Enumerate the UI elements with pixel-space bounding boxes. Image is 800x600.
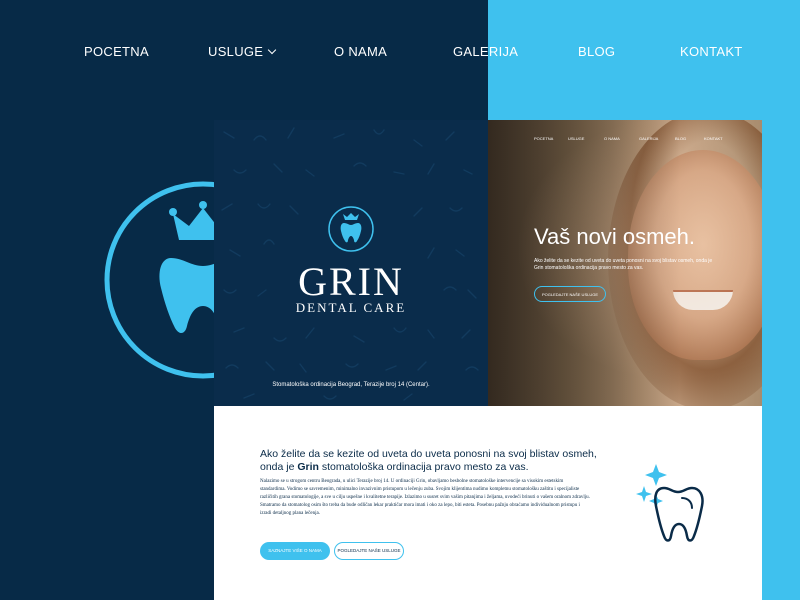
about-body: Nalazimo se u strogom centru Beograda, u… — [260, 479, 590, 516]
sparkle-tooth-icon — [636, 464, 704, 542]
nav-item-galerija[interactable]: GALERIJA — [453, 44, 518, 59]
brand-title: GRIN — [298, 259, 404, 304]
brand-address: Stomatološka ordinacija Beograd, Terazij… — [272, 382, 430, 388]
nav-item-blog[interactable]: BLOG — [578, 44, 615, 59]
about-lead: Ako želite da se kezite od uveta do uvet… — [260, 448, 620, 474]
hero-text: Ako želite da se kezite od uveta do uvet… — [534, 258, 713, 271]
mini-nav-usluge[interactable]: USLUGE — [568, 136, 584, 141]
mini-nav-pocetna[interactable]: POCETNA — [534, 136, 553, 141]
nav-item-o-nama[interactable]: O NAMA — [334, 44, 387, 59]
about-lead-brand: Grin — [297, 461, 319, 473]
nav-item-usluge[interactable]: USLUGE — [208, 44, 277, 59]
mini-nav-kontakt[interactable]: KONTAKT — [704, 136, 723, 141]
small-tooth-logo-icon — [328, 206, 374, 252]
view-services-button[interactable]: POGLEDAJTE NAŠE USLUGE — [334, 542, 404, 560]
nav-item-kontakt[interactable]: KONTAKT — [680, 44, 743, 59]
about-section: Ako želite da se kezite od uveta do uvet… — [214, 406, 762, 600]
chevron-down-icon — [268, 45, 277, 55]
mini-nav-o-nama[interactable]: O NAMA — [604, 136, 620, 141]
hero-title: Vaš novi osmeh. — [534, 224, 696, 249]
learn-more-button[interactable]: SAZNAJTE VIŠE O NAMA — [260, 542, 330, 560]
brand-subtitle: DENTAL CARE — [295, 300, 407, 315]
about-lead-part2: stomatološka ordinacija pravo mesto za v… — [318, 461, 529, 473]
mini-nav-blog[interactable]: BLOG — [675, 136, 686, 141]
brand-panel: GRIN DENTAL CARE Stomatološka ordinacija… — [214, 120, 488, 406]
nav-item-usluge-label: USLUGE — [208, 44, 264, 59]
mini-nav-galerija[interactable]: GALERIJA — [639, 136, 658, 141]
nav-item-pocetna[interactable]: POCETNA — [84, 44, 149, 59]
top-navigation: POCETNA USLUGE O NAMA GALERIJA BLOG KONT… — [0, 44, 800, 64]
hero-photo-panel: POCETNA USLUGE O NAMA GALERIJA BLOG KONT… — [488, 120, 762, 406]
hero-services-button[interactable]: POGLEDAJTE NAŠE USLUGE — [534, 286, 606, 302]
